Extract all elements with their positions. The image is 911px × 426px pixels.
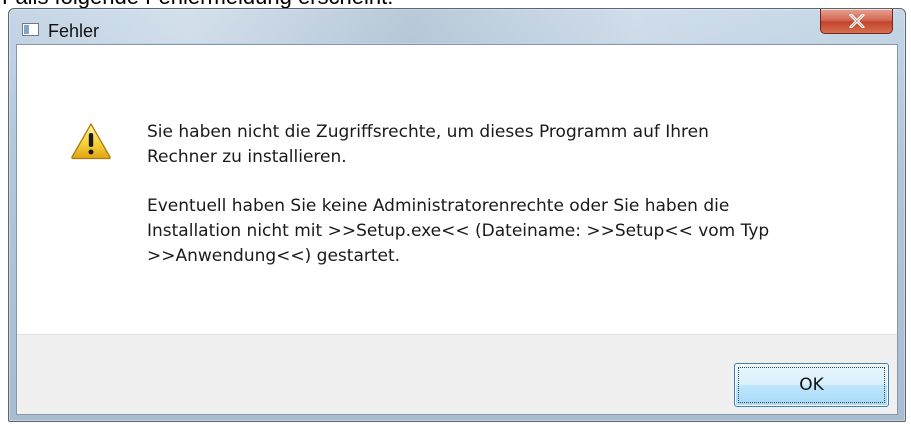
- title-bar[interactable]: Fehler: [9, 9, 905, 43]
- error-dialog-window: Fehler Sie haben nicht die Zugriffsrecht…: [8, 8, 906, 422]
- background-caption: Falls folgende Fehlermeldung erscheint:: [0, 0, 911, 8]
- app-window-icon: [22, 23, 39, 36]
- ok-button[interactable]: OK: [734, 363, 889, 407]
- message-area: Sie haben nicht die Zugriffsrechte, um d…: [17, 45, 897, 334]
- button-bar: OK: [17, 334, 897, 414]
- dialog-client-area: Sie haben nicht die Zugriffsrechte, um d…: [16, 44, 898, 415]
- message-paragraph-1: Sie haben nicht die Zugriffsrechte, um d…: [147, 122, 709, 167]
- background-caption-text: Falls folgende Fehlermeldung erscheint:: [2, 0, 393, 8]
- message-paragraph-2: Eventuell haben Sie keine Administratore…: [147, 196, 770, 266]
- ok-button-label: OK: [799, 375, 824, 395]
- close-button[interactable]: [820, 9, 893, 34]
- warning-triangle-icon: [71, 123, 111, 160]
- error-message: Sie haben nicht die Zugriffsrechte, um d…: [147, 120, 867, 269]
- window-title: Fehler: [48, 21, 100, 41]
- close-x-icon: [849, 14, 864, 28]
